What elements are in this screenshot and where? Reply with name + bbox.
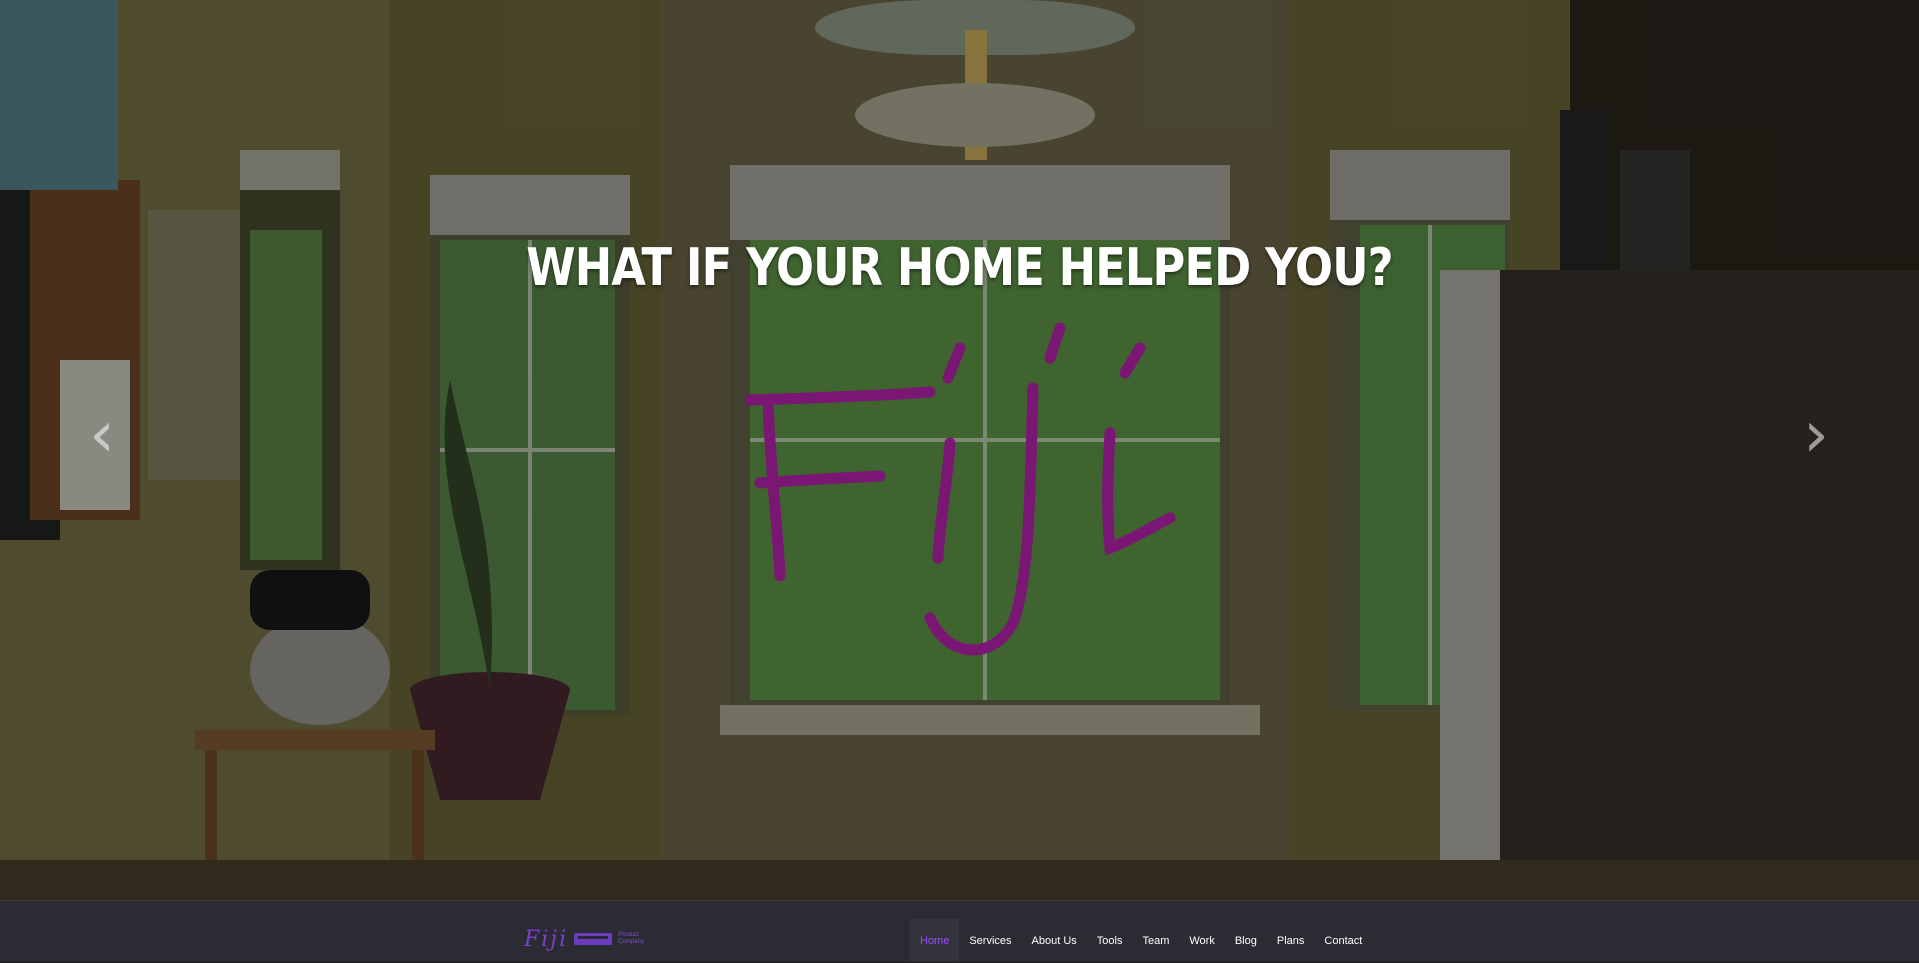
nav-tools[interactable]: Tools: [1087, 919, 1133, 961]
nav-home[interactable]: Home: [910, 919, 960, 961]
carousel-next-icon[interactable]: ›: [1786, 400, 1846, 470]
main-nav: Home Services About Us Tools Team Work B…: [910, 919, 1372, 961]
brand-name: Fiji: [524, 926, 569, 952]
brand-tagline-line2: Company: [618, 939, 644, 945]
keyboard-icon: [574, 933, 613, 945]
carousel-prev-icon[interactable]: ‹: [72, 400, 132, 470]
hero-headline: WHAT IF YOUR HOME HELPED YOU?: [526, 238, 1393, 298]
nav-services[interactable]: Services: [959, 919, 1021, 961]
nav-work[interactable]: Work: [1179, 919, 1224, 961]
brand-logo[interactable]: Fiji Product Company: [524, 924, 644, 954]
nav-team[interactable]: Team: [1132, 919, 1179, 961]
nav-contact[interactable]: Contact: [1314, 919, 1372, 961]
nav-blog[interactable]: Blog: [1225, 919, 1267, 961]
fiji-script-logo: [744, 322, 1176, 656]
brand-tagline-line1: Product: [618, 932, 639, 938]
brand-tagline: Product Company: [618, 932, 644, 946]
nav-plans[interactable]: Plans: [1267, 919, 1315, 961]
nav-about-us[interactable]: About Us: [1022, 919, 1087, 961]
hero-slider: WHAT IF YOUR HOME HELPED YOU? ‹ ›: [0, 0, 1919, 900]
